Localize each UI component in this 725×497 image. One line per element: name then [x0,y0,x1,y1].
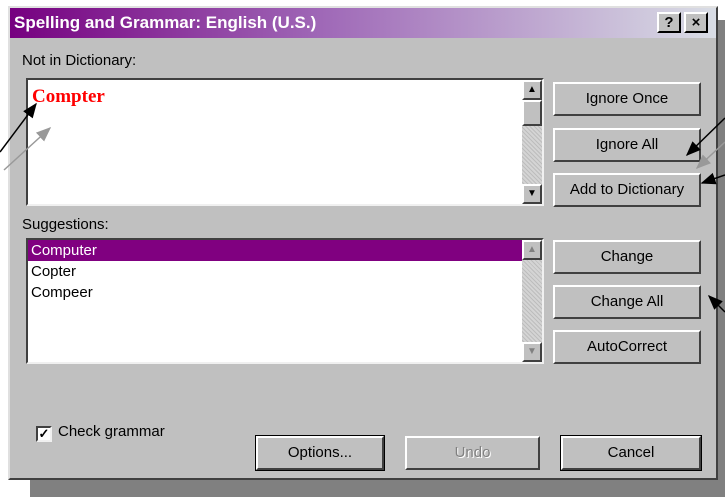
annotation-arrow [707,294,725,313]
annotation-arrows [0,102,725,313]
annotation-arrow [700,172,725,185]
annotation-arrow [685,117,725,157]
annotation-arrow [3,126,52,171]
annotation-arrow [695,141,725,170]
